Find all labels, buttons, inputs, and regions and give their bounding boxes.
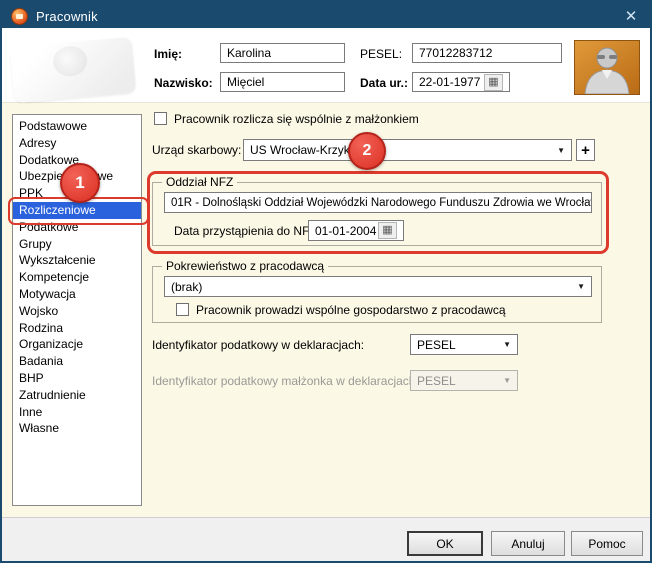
- annotation-badge-2: 2: [348, 132, 386, 170]
- nfz-date-field[interactable]: 01-01-2004 ▦: [308, 220, 404, 241]
- spouse-settlement-label: Pracownik rozlicza się wspólnie z małżon…: [174, 112, 419, 126]
- ok-button[interactable]: OK: [407, 531, 483, 556]
- sidebar-item-wyksztalcenie[interactable]: Wykształcenie: [13, 252, 141, 269]
- sidebar-item-grupy[interactable]: Grupy: [13, 236, 141, 253]
- nfz-branch-combobox[interactable]: 01R - Dolnośląski Oddział Wojewódzki Nar…: [164, 192, 592, 213]
- sidebar-item-podatkowe[interactable]: Podatkowe: [13, 219, 141, 236]
- nazwisko-field[interactable]: Mięciel: [220, 72, 345, 92]
- spouse-tax-id-combobox: PESEL ▼: [410, 370, 518, 391]
- pesel-label: PESEL:: [360, 47, 402, 61]
- cancel-button[interactable]: Anuluj: [491, 531, 565, 556]
- sidebar-item-rodzina[interactable]: Rodzina: [13, 320, 141, 337]
- kinship-group-title: Pokrewieństwo z pracodawcą: [162, 259, 328, 273]
- tax-id-value: PESEL: [417, 338, 456, 352]
- calendar-icon[interactable]: ▦: [378, 222, 397, 239]
- pracownik-dialog: Pracownik ✕ Imię: Karolina Nazwisko: Mię…: [0, 0, 652, 563]
- nfz-date-value: 01-01-2004: [315, 224, 376, 238]
- sidebar-item-motywacja[interactable]: Motywacja: [13, 286, 141, 303]
- sidebar-item-wojsko[interactable]: Wojsko: [13, 303, 141, 320]
- chevron-down-icon: ▼: [573, 282, 585, 291]
- household-checkbox-label: Pracownik prowadzi wspólne gospodarstwo …: [196, 303, 506, 317]
- app-icon: [11, 8, 28, 25]
- help-button[interactable]: Pomoc: [571, 531, 643, 556]
- calendar-icon[interactable]: ▦: [484, 74, 503, 91]
- pesel-field[interactable]: 77012283712: [412, 43, 562, 63]
- sidebar-item-badania[interactable]: Badania: [13, 353, 141, 370]
- chevron-down-icon: ▼: [553, 146, 565, 155]
- sidebar-item-zatrudnienie[interactable]: Zatrudnienie: [13, 387, 141, 404]
- tax-office-label: Urząd skarbowy:: [152, 143, 241, 157]
- window-title: Pracownik: [36, 9, 98, 24]
- nazwisko-label: Nazwisko:: [154, 76, 213, 90]
- tax-id-label: Identyfikator podatkowy w deklaracjach:: [152, 338, 364, 352]
- title-bar: Pracownik ✕: [2, 2, 650, 30]
- data-ur-label: Data ur.:: [360, 76, 408, 90]
- chevron-down-icon: ▼: [499, 340, 511, 349]
- sidebar-item-kompetencje[interactable]: Kompetencje: [13, 269, 141, 286]
- sidebar-item-adresy[interactable]: Adresy: [13, 135, 141, 152]
- sidebar-item-inne[interactable]: Inne: [13, 404, 141, 421]
- nfz-group-title: Oddział NFZ: [162, 175, 237, 189]
- kinship-value: (brak): [171, 280, 202, 294]
- sidebar-item-organizacje[interactable]: Organizacje: [13, 336, 141, 353]
- nfz-date-label: Data przystąpienia do NFZ:: [174, 224, 320, 238]
- spouse-settlement-checkbox[interactable]: [154, 112, 167, 125]
- close-icon[interactable]: ✕: [612, 3, 650, 29]
- imie-field[interactable]: Karolina: [220, 43, 345, 63]
- tax-office-combobox[interactable]: US Wrocław-Krzyki ▼: [243, 139, 572, 161]
- add-tax-office-button[interactable]: +: [576, 139, 595, 161]
- header-decoration: [10, 37, 136, 103]
- annotation-badge-1: 1: [60, 163, 100, 203]
- spouse-tax-id-value: PESEL: [417, 374, 456, 388]
- avatar: [574, 40, 640, 95]
- nfz-branch-value: 01R - Dolnośląski Oddział Wojewódzki Nar…: [171, 197, 592, 209]
- sidebar-item-wlasne[interactable]: Własne: [13, 420, 141, 437]
- sidebar-item-podstawowe[interactable]: Podstawowe: [13, 118, 141, 135]
- data-ur-value: 22-01-1977: [419, 75, 480, 89]
- tax-office-value: US Wrocław-Krzyki: [250, 143, 352, 157]
- sidebar-item-bhp[interactable]: BHP: [13, 370, 141, 387]
- sidebar-item-rozliczeniowe[interactable]: Rozliczeniowe: [13, 202, 141, 219]
- chevron-down-icon: ▼: [499, 376, 511, 385]
- household-checkbox[interactable]: [176, 303, 189, 316]
- data-ur-field[interactable]: 22-01-1977 ▦: [412, 72, 510, 92]
- spouse-tax-id-label: Identyfikator podatkowy małżonka w dekla…: [152, 374, 419, 388]
- tax-id-combobox[interactable]: PESEL ▼: [410, 334, 518, 355]
- kinship-combobox[interactable]: (brak) ▼: [164, 276, 592, 297]
- imie-label: Imię:: [154, 47, 182, 61]
